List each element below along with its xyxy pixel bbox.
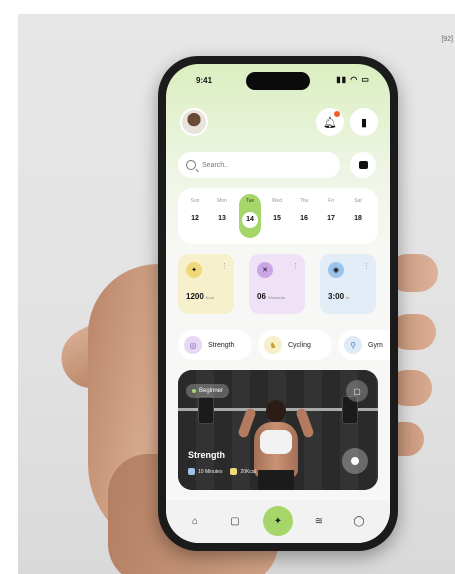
athlete-head bbox=[266, 400, 286, 422]
run-icon: ✦ bbox=[273, 515, 283, 527]
corner-label: [92] bbox=[441, 36, 453, 43]
more-icon[interactable]: ⋮ bbox=[221, 262, 228, 270]
dumbbell-icon: ✕ bbox=[257, 262, 273, 278]
home-icon: ⌂ bbox=[191, 515, 199, 527]
category-strength[interactable]: ◎ Strength bbox=[178, 330, 252, 360]
avatar[interactable] bbox=[180, 108, 208, 136]
calendar-button[interactable] bbox=[350, 152, 376, 178]
play-icon bbox=[351, 457, 359, 465]
day-tue[interactable]: Tue 14 bbox=[239, 194, 261, 238]
status-icons: ▮▮ ◠ ▭ bbox=[336, 75, 370, 84]
gym-icon: ⚲ bbox=[344, 336, 362, 354]
clock-icon bbox=[188, 468, 195, 475]
category-gym[interactable]: ⚲ Gym bbox=[338, 330, 390, 360]
tab-home[interactable]: ⌂ bbox=[186, 512, 204, 530]
stat-value: 1200 Kcal bbox=[186, 292, 214, 301]
calendar-icon bbox=[358, 161, 368, 169]
dynamic-island bbox=[246, 72, 310, 90]
stat-value: 3:00 hr bbox=[328, 292, 350, 301]
stat-value: 06 Workouts bbox=[257, 292, 285, 301]
stats-icon: ≋ bbox=[314, 515, 324, 527]
day-sun[interactable]: Sun 12 bbox=[184, 194, 206, 238]
category-cycling[interactable]: ♞ Cycling bbox=[258, 330, 332, 360]
search-placeholder: Search.. bbox=[202, 161, 229, 169]
tab-profile[interactable]: ◯ bbox=[350, 512, 368, 530]
bookmark-icon: ▮ bbox=[360, 116, 368, 129]
profile-icon: ◯ bbox=[353, 515, 365, 527]
calendar-icon: ▢ bbox=[230, 515, 240, 527]
day-mon[interactable]: Mon 13 bbox=[211, 194, 233, 238]
search-icon bbox=[186, 160, 196, 170]
athlete-top bbox=[260, 430, 292, 454]
day-sat[interactable]: Sat 18 bbox=[347, 194, 369, 238]
phone-screen: 9:41 ▮▮ ◠ ▭ 🔔︎ ▮ Search.. Sun 12 Mon 13 … bbox=[166, 64, 390, 543]
athlete-shorts bbox=[258, 470, 294, 490]
day-thu[interactable]: Thu 16 bbox=[293, 194, 315, 238]
workout-title: Strength bbox=[188, 450, 225, 460]
tab-workout[interactable]: ✦ bbox=[263, 506, 293, 536]
flame-icon bbox=[230, 468, 238, 475]
more-icon[interactable]: ⋮ bbox=[363, 262, 370, 270]
play-button[interactable] bbox=[342, 448, 368, 474]
tab-stats[interactable]: ≋ bbox=[310, 512, 328, 530]
workout-meta: 10 Minutes 20Kcal bbox=[188, 468, 256, 475]
photo-backdrop: [92] 9:41 ▮▮ ◠ ▭ 🔔︎ ▮ Search.. Sun 12 Mo… bbox=[18, 14, 455, 574]
more-icon[interactable]: ⋮ bbox=[292, 262, 299, 270]
cycling-icon: ♞ bbox=[264, 336, 282, 354]
day-wed[interactable]: Wed 15 bbox=[266, 194, 288, 238]
stat-time-card[interactable]: ◉ ⋮ 3:00 hr bbox=[320, 254, 376, 314]
status-time: 9:41 bbox=[196, 76, 213, 85]
phone-frame: 9:41 ▮▮ ◠ ▭ 🔔︎ ▮ Search.. Sun 12 Mon 13 … bbox=[158, 56, 398, 551]
stat-workouts-card[interactable]: ✕ ⋮ 06 Workouts bbox=[249, 254, 305, 314]
bookmarks-button[interactable]: ▮ bbox=[350, 108, 378, 136]
bottom-tab-bar: ⌂ ▢ ✦ ≋ ◯ bbox=[166, 500, 390, 543]
bookmark-workout-button[interactable]: ▢ bbox=[346, 380, 368, 402]
day-fri[interactable]: Fri 17 bbox=[320, 194, 342, 238]
bell-icon: 🔔︎ bbox=[323, 116, 337, 129]
notification-dot bbox=[334, 111, 340, 117]
flame-icon: ✦ bbox=[186, 262, 202, 278]
stat-calories-card[interactable]: ✦ ⋮ 1200 Kcal bbox=[178, 254, 234, 314]
tab-calendar[interactable]: ▢ bbox=[226, 512, 244, 530]
clock-icon: ◉ bbox=[328, 262, 344, 278]
workout-card[interactable]: Beginner ▢ Strength 10 Minutes 20Kcal bbox=[178, 370, 378, 490]
bookmark-icon: ▢ bbox=[353, 386, 361, 396]
strength-icon: ◎ bbox=[184, 336, 202, 354]
search-input[interactable]: Search.. bbox=[178, 152, 340, 178]
week-selector: Sun 12 Mon 13 Tue 14 Wed 15 Thu 16 Fri 1… bbox=[178, 188, 378, 244]
notifications-button[interactable]: 🔔︎ bbox=[316, 108, 344, 136]
weight-plate bbox=[198, 396, 214, 424]
level-badge: Beginner bbox=[186, 384, 230, 398]
